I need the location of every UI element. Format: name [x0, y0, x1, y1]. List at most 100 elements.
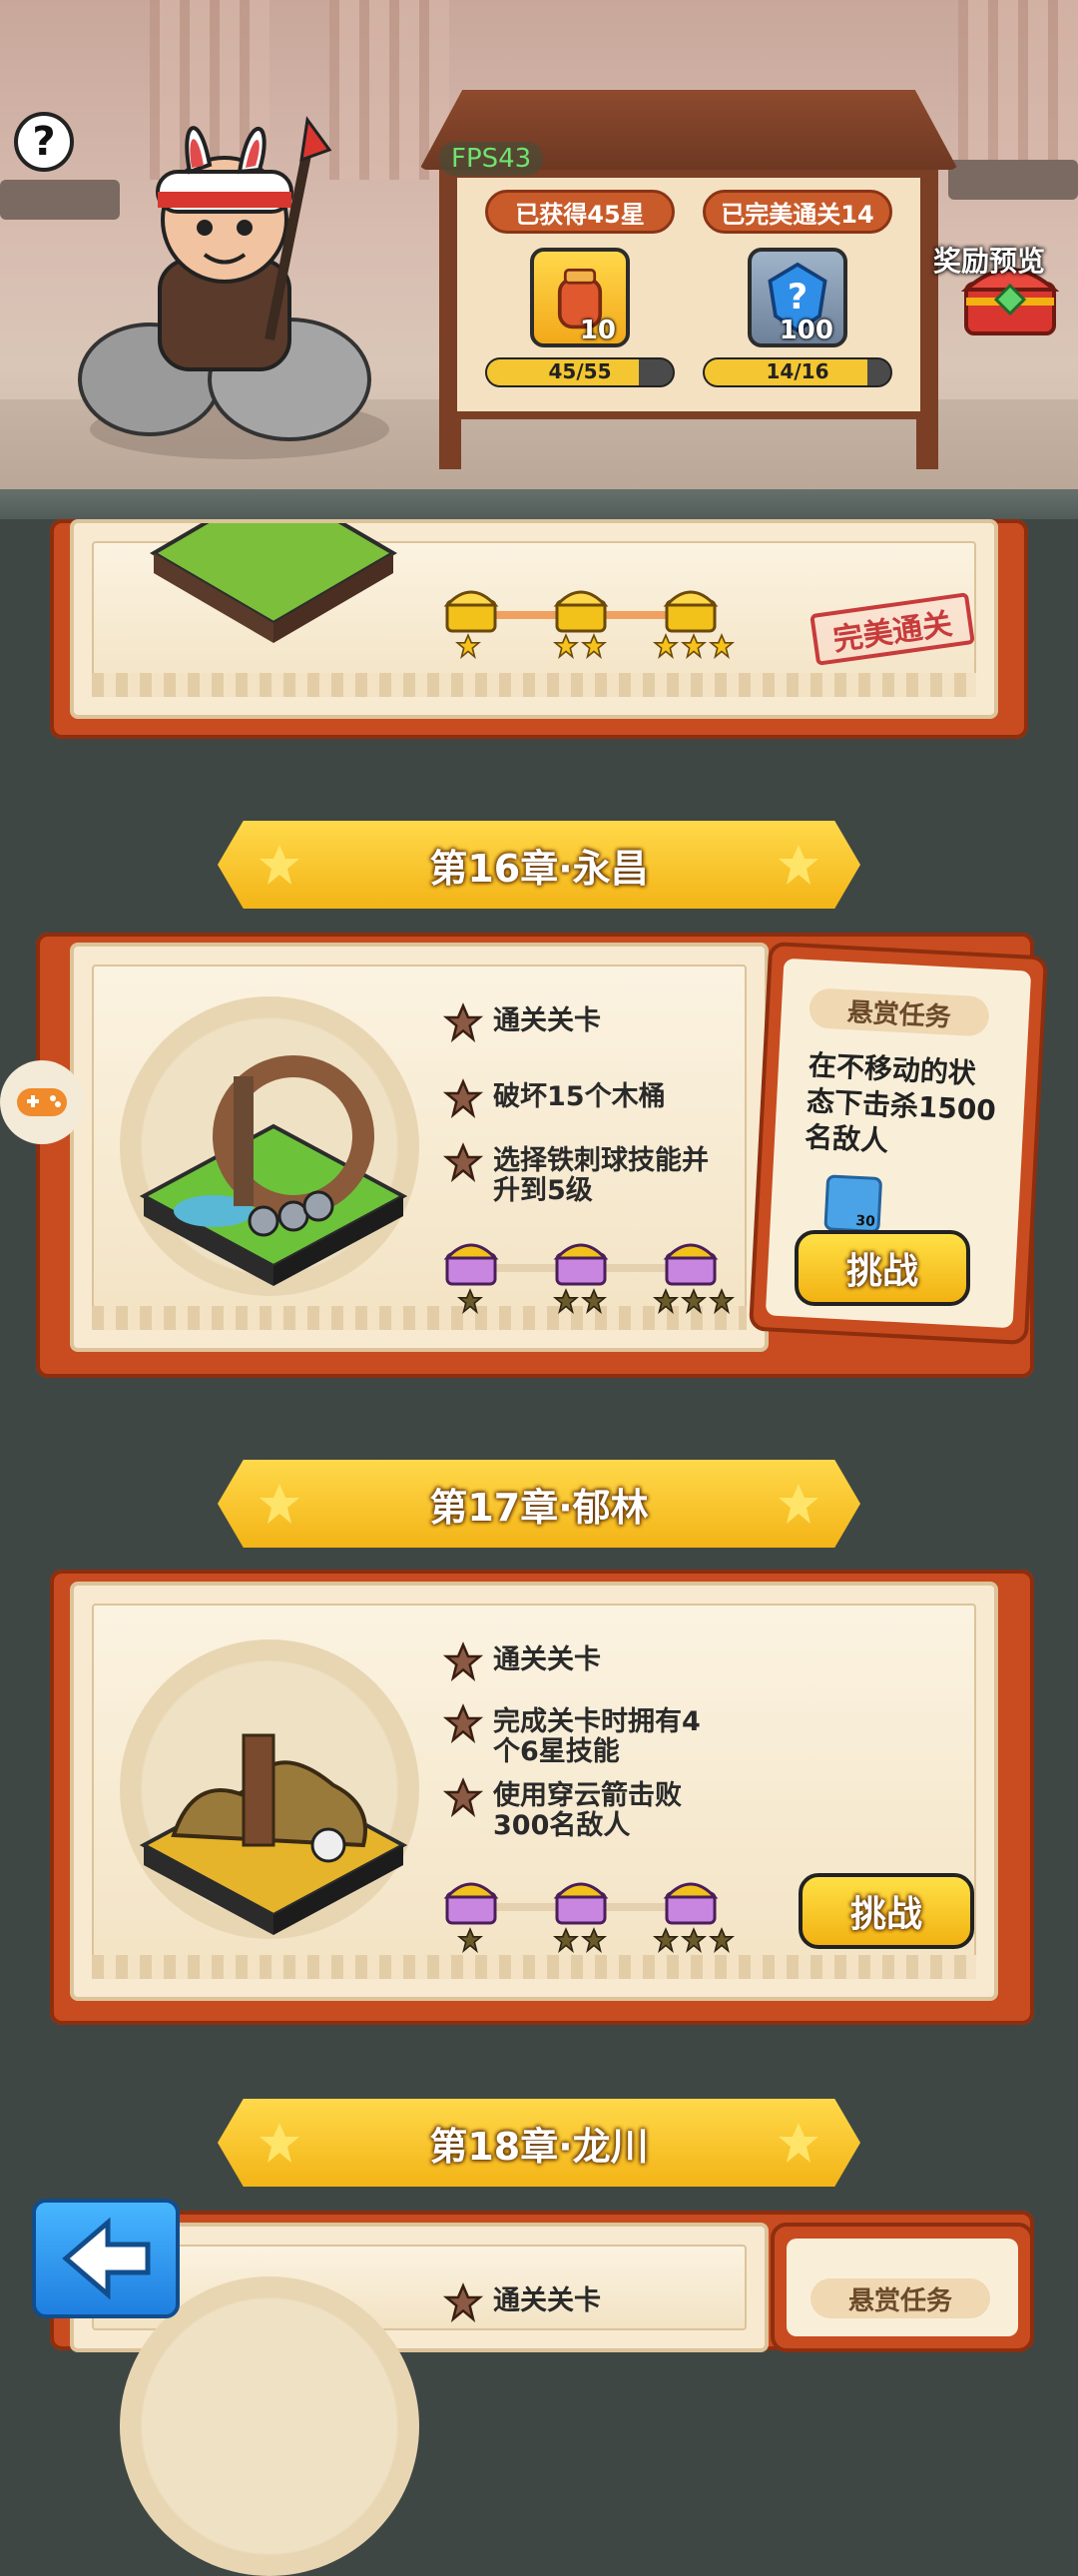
- task-text: 选择铁刺球技能并升到5级: [493, 1145, 709, 1206]
- chapter17-challenge-button[interactable]: 挑战: [799, 1873, 974, 1949]
- task-text: 破坏15个木桶: [493, 1081, 666, 1112]
- bounty-header: 悬赏任务: [810, 2278, 990, 2318]
- chapter16-title: 第16章·永昌: [429, 846, 649, 891]
- back-button[interactable]: [32, 2199, 180, 2318]
- perfect-clear-title: 已完美通关14: [703, 190, 892, 234]
- perfect-clear-stat[interactable]: 已完美通关14 ? 100 14/16: [703, 190, 892, 399]
- task-text: 通关关卡: [493, 2285, 601, 2316]
- chapter16-reward-chests: [443, 1236, 763, 1336]
- chapter16-challenge-button[interactable]: 挑战: [795, 1230, 970, 1306]
- star-icon: [653, 1927, 679, 1953]
- chapter18-title: 第18章·龙川: [429, 2124, 649, 2169]
- help-button[interactable]: ?: [14, 112, 74, 172]
- chapter15-reward-chests: [443, 583, 803, 683]
- chapter17-card[interactable]: 通关关卡 完成关卡时拥有4个6星技能 使用穿云箭击败300名敌人 挑战: [70, 1582, 998, 2001]
- star-icon: [260, 2123, 299, 2163]
- task-text: 通关关卡: [493, 1005, 601, 1036]
- hero-character: [78, 116, 389, 459]
- task-item: 破坏15个木桶: [443, 1078, 666, 1118]
- chapter17-reward-chests: [443, 1875, 763, 1975]
- star-icon: [443, 2282, 483, 2322]
- star-icon: [779, 845, 818, 885]
- reward-preview-button[interactable]: 奖励预览: [933, 240, 1045, 280]
- jar-item-icon: 10: [530, 248, 630, 347]
- chest-stars-1: [455, 633, 481, 659]
- chest-stars-1: [457, 1927, 483, 1953]
- reward-chest-icon[interactable]: [663, 583, 719, 635]
- chapter-disc: [120, 2276, 419, 2576]
- reward-chest-icon[interactable]: [553, 583, 609, 635]
- star-icon: [260, 845, 299, 885]
- task-item: 完成关卡时拥有4个6星技能: [443, 1703, 713, 1767]
- task-text: 通关关卡: [493, 1644, 601, 1675]
- chest-stars-2: [553, 633, 607, 659]
- chapter16-banner: 第16章·永昌: [218, 821, 860, 909]
- star-icon: [553, 1288, 579, 1314]
- star-icon: [260, 1484, 299, 1524]
- chapter17-title: 第17章·郁林: [429, 1485, 649, 1530]
- star-icon: [581, 1927, 607, 1953]
- star-icon: [443, 1777, 483, 1817]
- chapter17-diorama: [139, 1733, 408, 1935]
- chapter15-card[interactable]: 完美通关: [70, 519, 998, 719]
- question-gem-icon: ? 100: [748, 248, 847, 347]
- gamepad-icon: [17, 1088, 67, 1116]
- star-icon: [443, 1078, 483, 1118]
- gamepad-button[interactable]: [0, 1060, 84, 1144]
- back-arrow-icon: [62, 2217, 151, 2300]
- star-icon: [681, 1288, 707, 1314]
- perfect-progress-bar: 14/16: [703, 357, 892, 387]
- gem-item-count: 100: [779, 316, 833, 345]
- bounty-hero-icon: 30: [823, 1174, 883, 1234]
- star-icon: [443, 1703, 483, 1743]
- reward-chest-icon[interactable]: [443, 1236, 499, 1288]
- star-icon: [681, 1927, 707, 1953]
- task-item: 通关关卡: [443, 2282, 601, 2322]
- star-icon: [455, 633, 481, 659]
- star-icon: [553, 633, 579, 659]
- chest-stars-1: [457, 1288, 483, 1314]
- star-icon: [709, 1288, 735, 1314]
- star-icon: [457, 1288, 483, 1314]
- star-icon: [553, 1927, 579, 1953]
- star-icon: [779, 2123, 818, 2163]
- jar-item-count: 10: [579, 316, 616, 345]
- bounty-description: 在不移动的状态下击杀1500名敌人: [804, 1048, 997, 1158]
- star-icon: [443, 1002, 483, 1042]
- chapter18-banner: 第18章·龙川: [218, 2099, 860, 2187]
- stars-progress-bar: 45/55: [485, 357, 675, 387]
- reward-chest-icon[interactable]: [663, 1236, 719, 1288]
- reward-chest-icon[interactable]: [443, 583, 499, 635]
- perfect-progress-label: 14/16: [766, 359, 829, 383]
- task-item: 通关关卡: [443, 1002, 601, 1042]
- reward-chest-icon[interactable]: [553, 1875, 609, 1927]
- bounty-hero-level: 30: [854, 1212, 876, 1230]
- reward-chest-icon[interactable]: [443, 1875, 499, 1927]
- star-icon: [709, 633, 735, 659]
- chapter18-bounty-tag[interactable]: 悬赏任务: [771, 2223, 1034, 2352]
- wall-window-decor: [958, 0, 1078, 180]
- svg-text:?: ?: [788, 278, 808, 318]
- reward-chest-icon[interactable]: [553, 1236, 609, 1288]
- chapter15-diorama: [150, 523, 397, 643]
- star-icon: [457, 1927, 483, 1953]
- header-divider: [0, 489, 1078, 519]
- chapter16-card[interactable]: 通关关卡 破坏15个木桶 选择铁刺球技能并升到5级: [70, 943, 769, 1352]
- chest-stars-2: [553, 1288, 607, 1314]
- chapter-header-scene: ? 已获得45星 10 45/55 已完美通关14 ? 100 14/16 FP…: [0, 0, 1078, 519]
- star-icon: [779, 1484, 818, 1524]
- chest-stars-3: [653, 1927, 735, 1953]
- star-icon: [709, 1927, 735, 1953]
- stars-earned-stat[interactable]: 已获得45星 10 45/55: [485, 190, 675, 399]
- fps-counter: FPS43: [439, 142, 544, 176]
- task-text: 使用穿云箭击败300名敌人: [493, 1780, 682, 1841]
- reward-chest-icon[interactable]: [663, 1875, 719, 1927]
- star-icon: [443, 1641, 483, 1681]
- task-text: 完成关卡时拥有4个6星技能: [493, 1706, 701, 1767]
- stars-progress-label: 45/55: [548, 359, 612, 383]
- help-icon: ?: [32, 119, 56, 165]
- chapter16-diorama: [139, 1055, 408, 1286]
- star-icon: [581, 633, 607, 659]
- chest-stars-3: [653, 633, 735, 659]
- stars-earned-title: 已获得45星: [485, 190, 675, 234]
